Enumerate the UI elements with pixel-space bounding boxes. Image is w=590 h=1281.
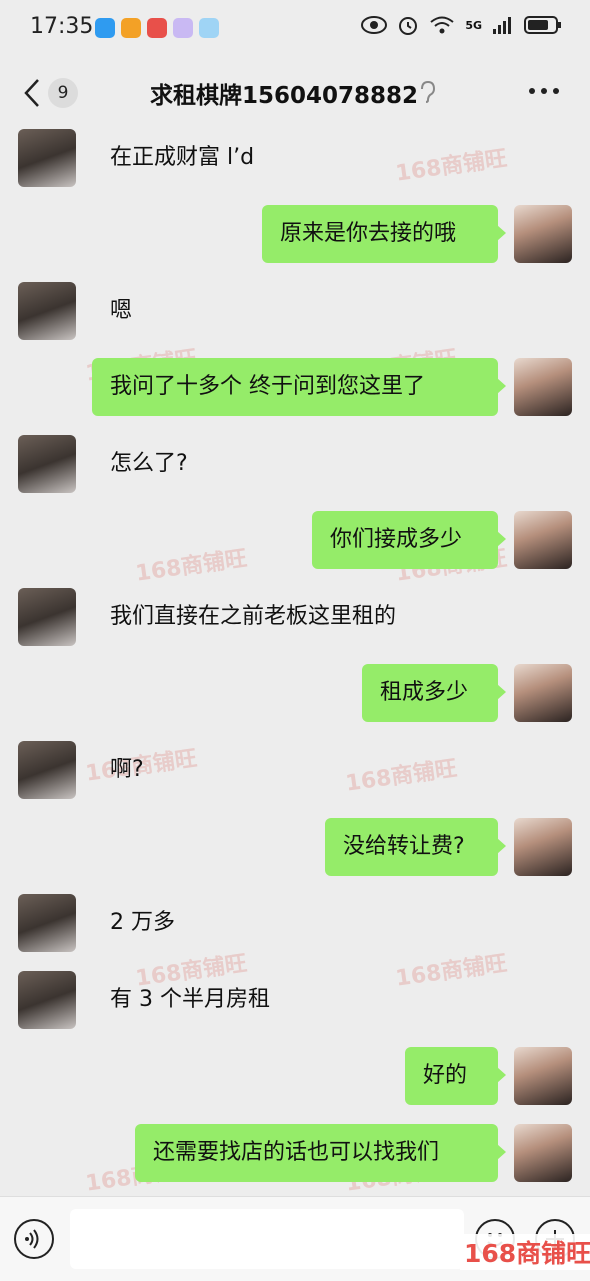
status-app-icons: [95, 18, 219, 38]
message-bubble[interactable]: 我问了十多个 终于问到您这里了: [92, 358, 506, 416]
status-time: 17:35: [30, 14, 94, 39]
contact-avatar[interactable]: [18, 971, 76, 1029]
battery-icon: [524, 16, 561, 34]
watermark: 168商铺旺: [394, 146, 509, 187]
my-avatar[interactable]: [514, 664, 572, 722]
signal-icon: [493, 17, 511, 34]
message-text: 嗯: [110, 298, 133, 323]
chat-header: 9 求租棋牌15604078882: [0, 58, 590, 128]
message-bubble[interactable]: 租成多少: [362, 664, 506, 722]
status-bar: 17:35 5G: [0, 0, 590, 58]
message-text: 有 3 个半月房租: [110, 987, 270, 1012]
contact-avatar[interactable]: [18, 282, 76, 340]
watermark: 168商铺旺: [344, 756, 459, 797]
ear-icon: [421, 80, 436, 103]
my-avatar[interactable]: [514, 818, 572, 876]
eye-icon: [361, 16, 388, 34]
message-bubble[interactable]: 原来是你去接的哦: [262, 205, 506, 263]
voice-icon: [25, 1229, 39, 1249]
contact-avatar[interactable]: [18, 435, 76, 493]
photo-app-icon: [173, 18, 193, 38]
shop-app-icon: [147, 18, 167, 38]
chevron-left-icon: [24, 79, 39, 107]
my-avatar[interactable]: [514, 358, 572, 416]
contact-avatar[interactable]: [18, 129, 76, 187]
network-type: 5G: [465, 18, 482, 32]
message-text: 在正成财富 l’d: [110, 145, 255, 170]
status-indicators: 5G: [361, 14, 562, 36]
my-avatar[interactable]: [514, 511, 572, 569]
message-input[interactable]: [70, 1209, 464, 1269]
message-bubble[interactable]: 好的: [405, 1047, 506, 1105]
page-title: 求租棋牌15604078882: [150, 83, 419, 109]
unread-count-badge: 9: [48, 78, 78, 108]
bird-app-icon: [199, 18, 219, 38]
back-button[interactable]: 9: [18, 76, 88, 110]
my-avatar[interactable]: [514, 1047, 572, 1105]
contact-avatar[interactable]: [18, 588, 76, 646]
contact-avatar[interactable]: [18, 894, 76, 952]
contact-avatar[interactable]: [18, 741, 76, 799]
watermark: 168商铺旺: [394, 951, 509, 992]
message-text: 怎么了?: [110, 451, 188, 476]
brand-logo: 168商铺旺: [460, 1234, 590, 1270]
more-dots-icon[interactable]: [524, 76, 564, 106]
message-bubble[interactable]: 没给转让费?: [325, 818, 506, 876]
chat-message-list[interactable]: 168商铺旺 168商铺旺 168商铺旺 168商铺旺 168商铺旺 168商铺…: [0, 128, 590, 1196]
wifi-icon: [430, 16, 454, 34]
message-bubble[interactable]: 还需要找店的话也可以找我们: [135, 1124, 506, 1182]
my-avatar[interactable]: [514, 1124, 572, 1182]
message-bubble[interactable]: 你们接成多少: [312, 511, 506, 569]
app-notification-icon: [95, 18, 115, 38]
my-avatar[interactable]: [514, 205, 572, 263]
watermark: 168商铺旺: [134, 546, 249, 587]
message-text: 啊?: [110, 757, 144, 782]
weibo-icon: [121, 18, 141, 38]
voice-button[interactable]: [14, 1219, 54, 1259]
message-text: 我们直接在之前老板这里租的: [110, 604, 397, 629]
message-text: 2 万多: [110, 910, 175, 935]
alarm-icon: [399, 17, 418, 35]
